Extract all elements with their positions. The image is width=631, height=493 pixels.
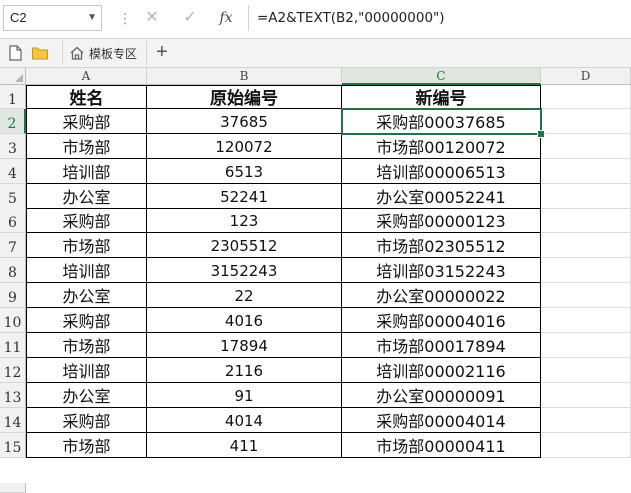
table-cell[interactable]: 采购部 [26, 208, 147, 233]
column-header-d[interactable]: D [541, 68, 631, 85]
empty-cell[interactable] [541, 433, 631, 458]
table-cell[interactable]: 培训部 [26, 358, 147, 383]
row-header-6[interactable]: 6 [0, 208, 26, 233]
formula-input[interactable]: =A2&TEXT(B2,"00000000") [248, 5, 628, 31]
empty-cell[interactable] [541, 358, 631, 383]
formula-bar-grip-icon: ⋮ [118, 10, 132, 26]
name-box-value: C2 [10, 10, 27, 25]
row-header-4[interactable]: 4 [0, 159, 26, 184]
table-cell[interactable]: 培训部 [26, 159, 147, 184]
table-cell[interactable]: 91 [147, 383, 342, 408]
row-header-2[interactable]: 2 [0, 109, 26, 134]
header-cell[interactable]: 新编号 [342, 85, 541, 109]
empty-cell[interactable] [541, 333, 631, 358]
row-header-13[interactable]: 13 [0, 383, 26, 408]
table-cell[interactable]: 市场部00017894 [342, 333, 541, 358]
table-cell[interactable]: 采购部 [26, 109, 147, 134]
row-header-8[interactable]: 8 [0, 258, 26, 283]
table-cell[interactable]: 采购部 [26, 308, 147, 333]
table-cell[interactable]: 市场部 [26, 233, 147, 258]
row-header-12[interactable]: 12 [0, 358, 26, 383]
add-tab-button[interactable]: + [156, 42, 168, 62]
column-header-b[interactable]: B [147, 68, 342, 85]
table-cell[interactable]: 采购部00037685 [342, 109, 541, 134]
empty-cell[interactable] [541, 308, 631, 333]
confirm-check-icon[interactable]: ✓ [178, 6, 202, 30]
row-header-3[interactable]: 3 [0, 134, 26, 159]
empty-cell[interactable] [541, 109, 631, 134]
empty-cell[interactable] [541, 159, 631, 184]
table-cell[interactable]: 市场部00120072 [342, 134, 541, 159]
empty-cell[interactable] [541, 408, 631, 433]
insert-function-icon[interactable]: fx [214, 6, 238, 30]
table-cell[interactable]: 2116 [147, 358, 342, 383]
table-cell[interactable]: 采购部00004016 [342, 308, 541, 333]
table-cell[interactable]: 办公室00052241 [342, 184, 541, 209]
column-header-a[interactable]: A [26, 68, 147, 85]
table-cell[interactable]: 采购部00004014 [342, 408, 541, 433]
fill-handle[interactable] [537, 130, 545, 138]
row-header-5[interactable]: 5 [0, 184, 26, 209]
table-cell[interactable]: 37685 [147, 109, 342, 134]
table-cell[interactable]: 123 [147, 208, 342, 233]
cancel-icon[interactable]: ✕ [140, 6, 164, 30]
formula-bar: C2 ▼ ⋮ ✕ ✓ fx =A2&TEXT(B2,"00000000") [0, 0, 631, 39]
empty-cell[interactable] [541, 233, 631, 258]
table-cell[interactable]: 120072 [147, 134, 342, 159]
empty-cell[interactable] [541, 258, 631, 283]
table-cell[interactable]: 4014 [147, 408, 342, 433]
table-cell[interactable]: 2305512 [147, 233, 342, 258]
select-all-button[interactable] [0, 68, 26, 85]
header-cell[interactable]: 原始编号 [147, 85, 342, 109]
row-header-1[interactable]: 1 [0, 85, 26, 109]
table-cell[interactable]: 办公室 [26, 283, 147, 308]
chevron-down-icon[interactable]: ▼ [87, 6, 97, 30]
row-header-14[interactable]: 14 [0, 408, 26, 433]
column-header-c[interactable]: C [342, 68, 541, 85]
table-cell[interactable]: 市场部00000411 [342, 433, 541, 458]
tab-template-zone[interactable]: 模板专区 [62, 41, 147, 65]
table-cell[interactable]: 培训部03152243 [342, 258, 541, 283]
table-cell[interactable]: 培训部00006513 [342, 159, 541, 184]
empty-cell[interactable] [541, 85, 631, 109]
table-cell[interactable]: 采购部00000123 [342, 208, 541, 233]
table-cell[interactable]: 市场部02305512 [342, 233, 541, 258]
table-cell[interactable]: 17894 [147, 333, 342, 358]
row-header-partial[interactable] [0, 483, 26, 493]
table-cell[interactable]: 6513 [147, 159, 342, 184]
table-cell[interactable]: 办公室 [26, 383, 147, 408]
row-header-15[interactable]: 15 [0, 433, 26, 458]
row-header-7[interactable]: 7 [0, 233, 26, 258]
table-cell[interactable]: 培训部 [26, 258, 147, 283]
table-cell[interactable]: 411 [147, 433, 342, 458]
table-cell[interactable]: 采购部 [26, 408, 147, 433]
table-cell[interactable]: 培训部00002116 [342, 358, 541, 383]
table-cell[interactable]: 办公室00000091 [342, 383, 541, 408]
empty-cell[interactable] [541, 283, 631, 308]
new-document-icon[interactable] [6, 44, 24, 62]
row-header-9[interactable]: 9 [0, 283, 26, 308]
table-cell[interactable]: 办公室00000022 [342, 283, 541, 308]
table-cell[interactable]: 办公室 [26, 184, 147, 209]
table-cell[interactable]: 52241 [147, 184, 342, 209]
table-cell[interactable]: 市场部 [26, 333, 147, 358]
table-cell[interactable]: 3152243 [147, 258, 342, 283]
row-header-10[interactable]: 10 [0, 308, 26, 333]
table-cell[interactable]: 22 [147, 283, 342, 308]
name-box[interactable]: C2 ▼ [3, 5, 102, 31]
header-cell[interactable]: 姓名 [26, 85, 147, 109]
table-cell[interactable]: 市场部 [26, 134, 147, 159]
empty-cell[interactable] [541, 383, 631, 408]
open-folder-icon[interactable] [31, 44, 49, 62]
table-cell[interactable]: 4016 [147, 308, 342, 333]
row-header-11[interactable]: 11 [0, 333, 26, 358]
empty-cell[interactable] [541, 208, 631, 233]
document-tab-bar: 模板专区 + [0, 39, 631, 68]
tab-label: 模板专区 [89, 47, 138, 61]
empty-cell[interactable] [541, 134, 631, 159]
home-icon [70, 46, 84, 60]
empty-cell[interactable] [541, 184, 631, 209]
table-cell[interactable]: 市场部 [26, 433, 147, 458]
spreadsheet-grid[interactable]: A B C D 1 姓名 原始编号 新编号 2 采购部 37685 采购部00037685 3 市场部 12… [0, 68, 631, 493]
